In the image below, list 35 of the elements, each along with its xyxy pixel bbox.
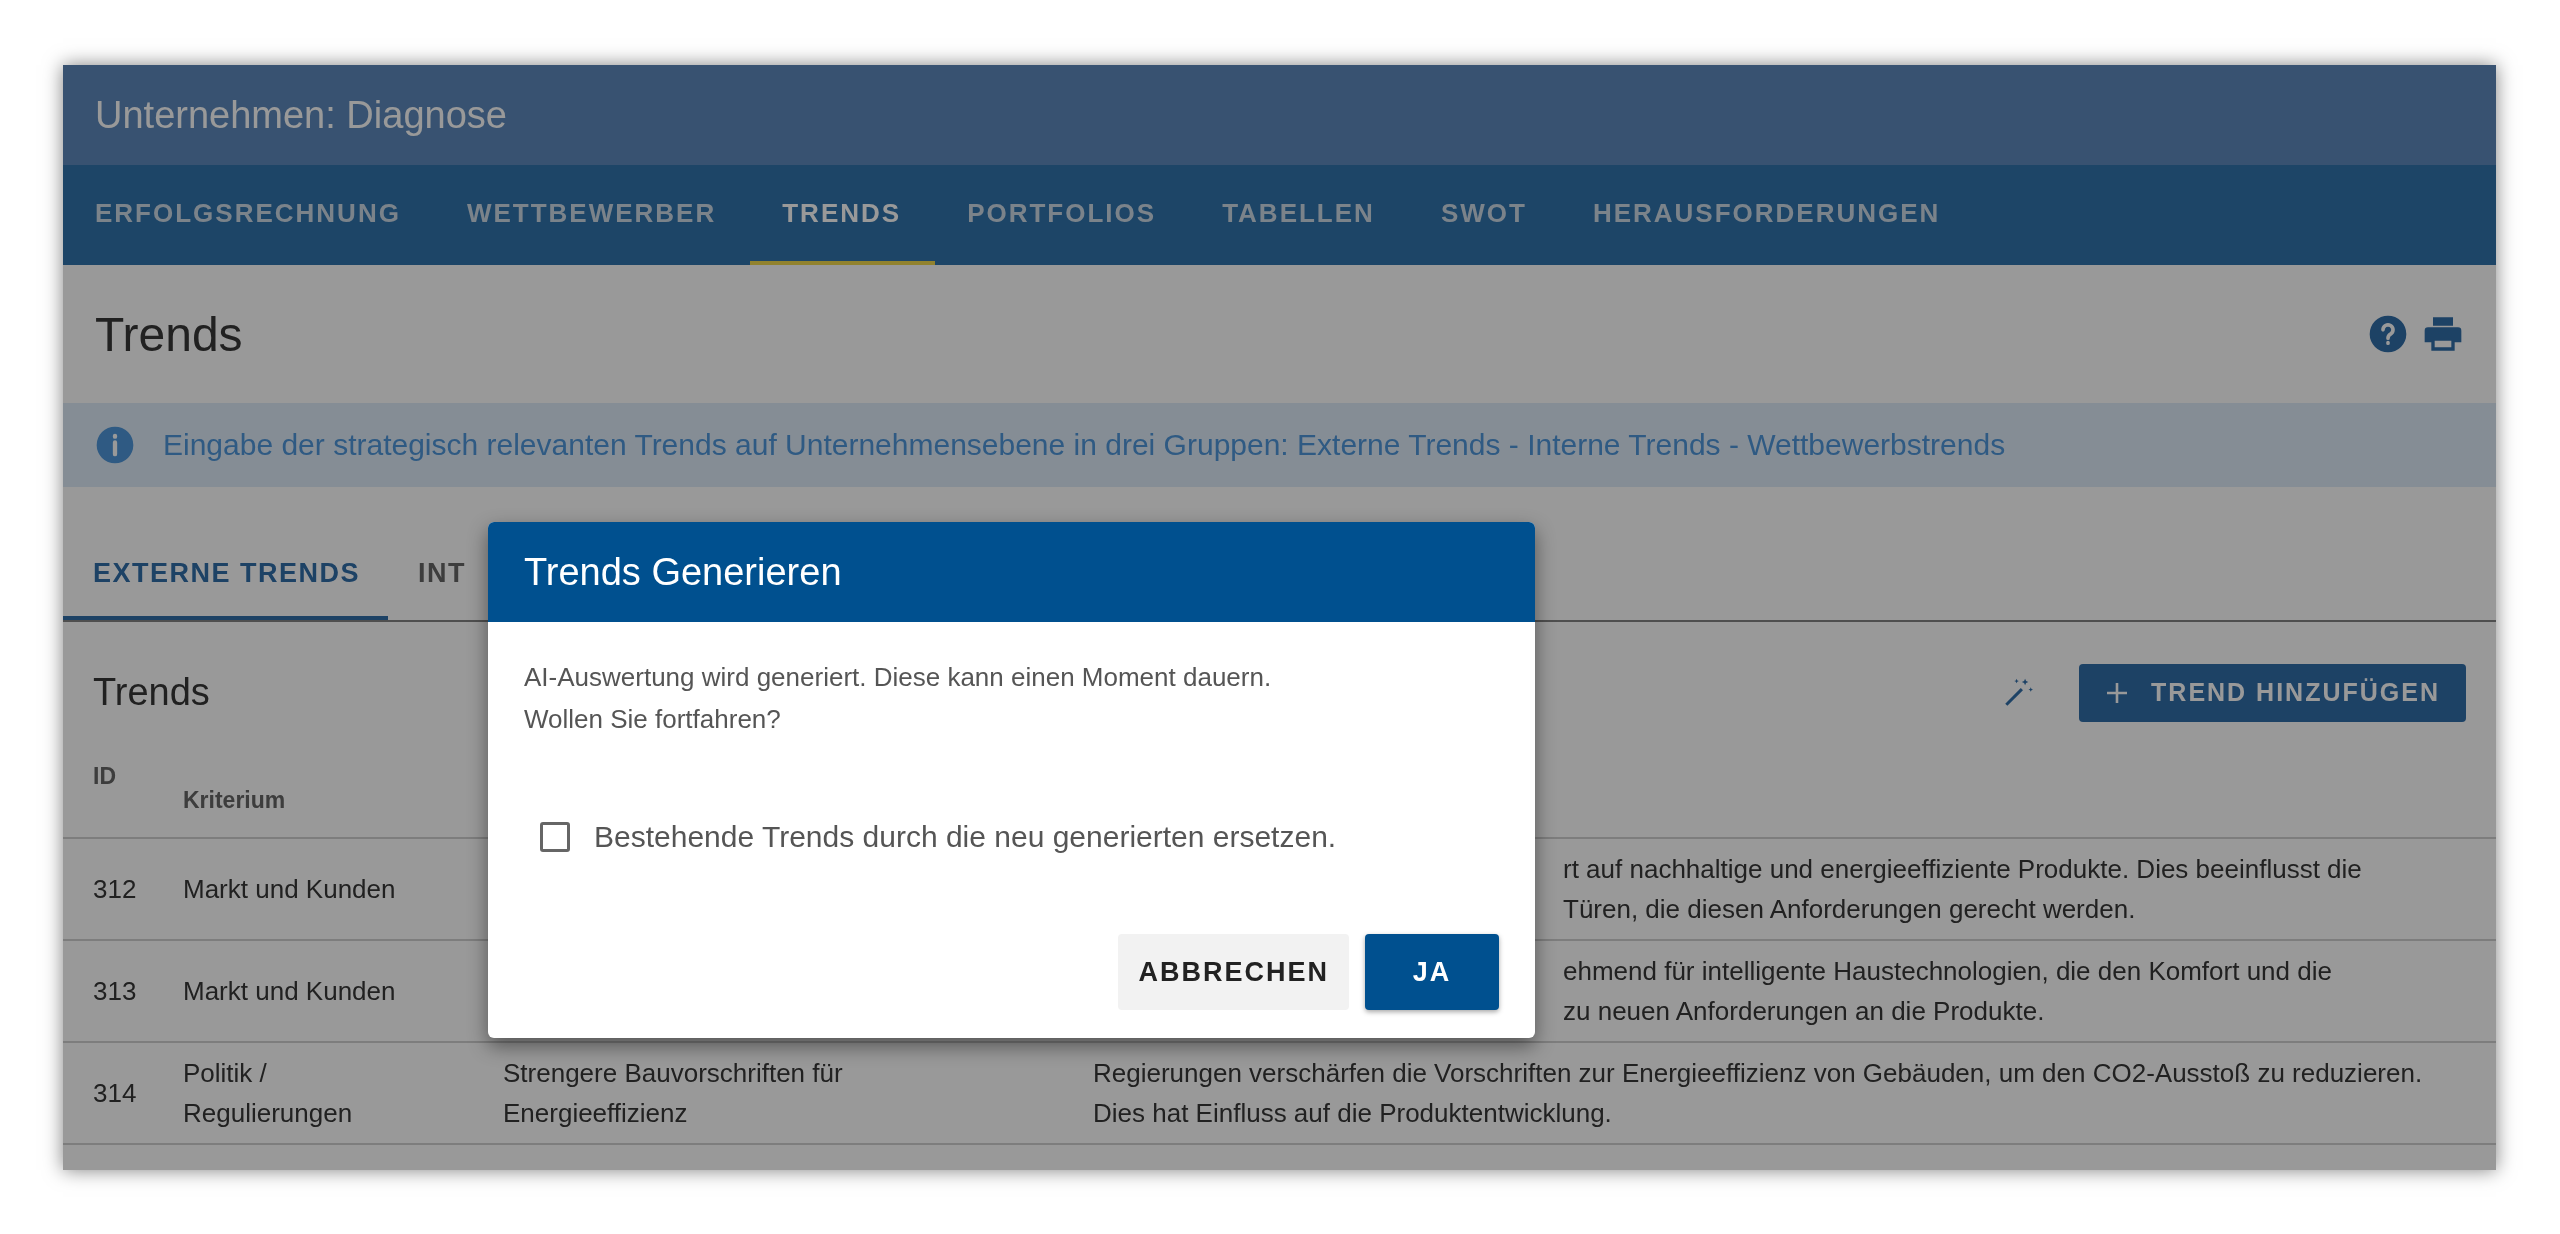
nav-tab[interactable]: HERAUSFORDERUNGEN [1560,165,1975,265]
nav-tab[interactable]: PORTFOLIOS [935,165,1191,265]
nav-tab[interactable]: TRENDS [750,165,936,265]
nav-tab[interactable]: ERFOLGSRECHNUNG [63,165,435,265]
cancel-button[interactable]: ABBRECHEN [1118,934,1349,1010]
checkbox[interactable] [540,822,570,852]
table-cell-text: Markt und Kunden [183,975,397,1008]
plus-icon [2105,680,2130,705]
info-message: Eingabe der strategisch relevanten Trends auf Unternehmensebene in drei Gruppen: Externe Trends - Interne Trends - Wettbewerbstrends [163,428,2006,462]
table-cell-text: 314 [92,1077,138,1109]
window-title: Unternehmen: Diagnose [63,65,2496,165]
print-icon[interactable] [2422,314,2464,354]
table-cell-text: 312 [92,873,138,905]
group-tab[interactable]: EXTERNE TRENDS [63,530,389,620]
nav-tab[interactable]: TABELLEN [1190,165,1409,265]
table-cell-text: 313 [92,975,138,1007]
page-title: Trends [95,306,243,362]
dialog-title: Trends Generieren [488,522,1535,622]
add-trend-button[interactable]: TREND HINZUFÜGEN [2079,663,2466,722]
table-cell-text: Strengere Bauvorschriften für Energieeffizienz [503,1057,844,1130]
dialog-message: AI-Auswertung wird generiert. Diese kann einen Moment dauern. Wollen Sie fortfahren? [523,661,1273,736]
table-cell-text: Markt und Kunden [183,873,397,906]
table-cell-text: rt auf nachhaltige und energieeffiziente Produkte. Dies beeinflusst die Türen, die diesen Anforderungen gerecht werden. [1563,853,2363,926]
column-header: ID [92,762,117,791]
section-title: Trends [93,671,210,714]
nav-tab[interactable]: SWOT [1408,165,1561,265]
info-icon [95,425,135,465]
table-cell-text: ehmend für intelligente Haustechnologien, die den Komfort und die zu neuen Anforderungen an die Produkte. [1563,955,2333,1028]
nav-tab[interactable]: WETTBEWERBER [434,165,751,265]
help-icon[interactable] [2368,314,2408,354]
checkbox-label[interactable]: Bestehende Trends durch die neu generierten ersetzen. [594,820,1337,854]
column-header: Kriterium [183,786,286,815]
table-cell-text: Regierungen verschärfen die Vorschriften zur Energieeffizienz von Gebäuden, um den CO2-Ausstoß zu reduzieren. Dies hat Einfluss auf die Produktentwicklung. [1093,1057,2424,1130]
confirm-button[interactable]: JA [1365,934,1499,1010]
table-cell-text: Politik / Regulierungen [183,1057,354,1130]
